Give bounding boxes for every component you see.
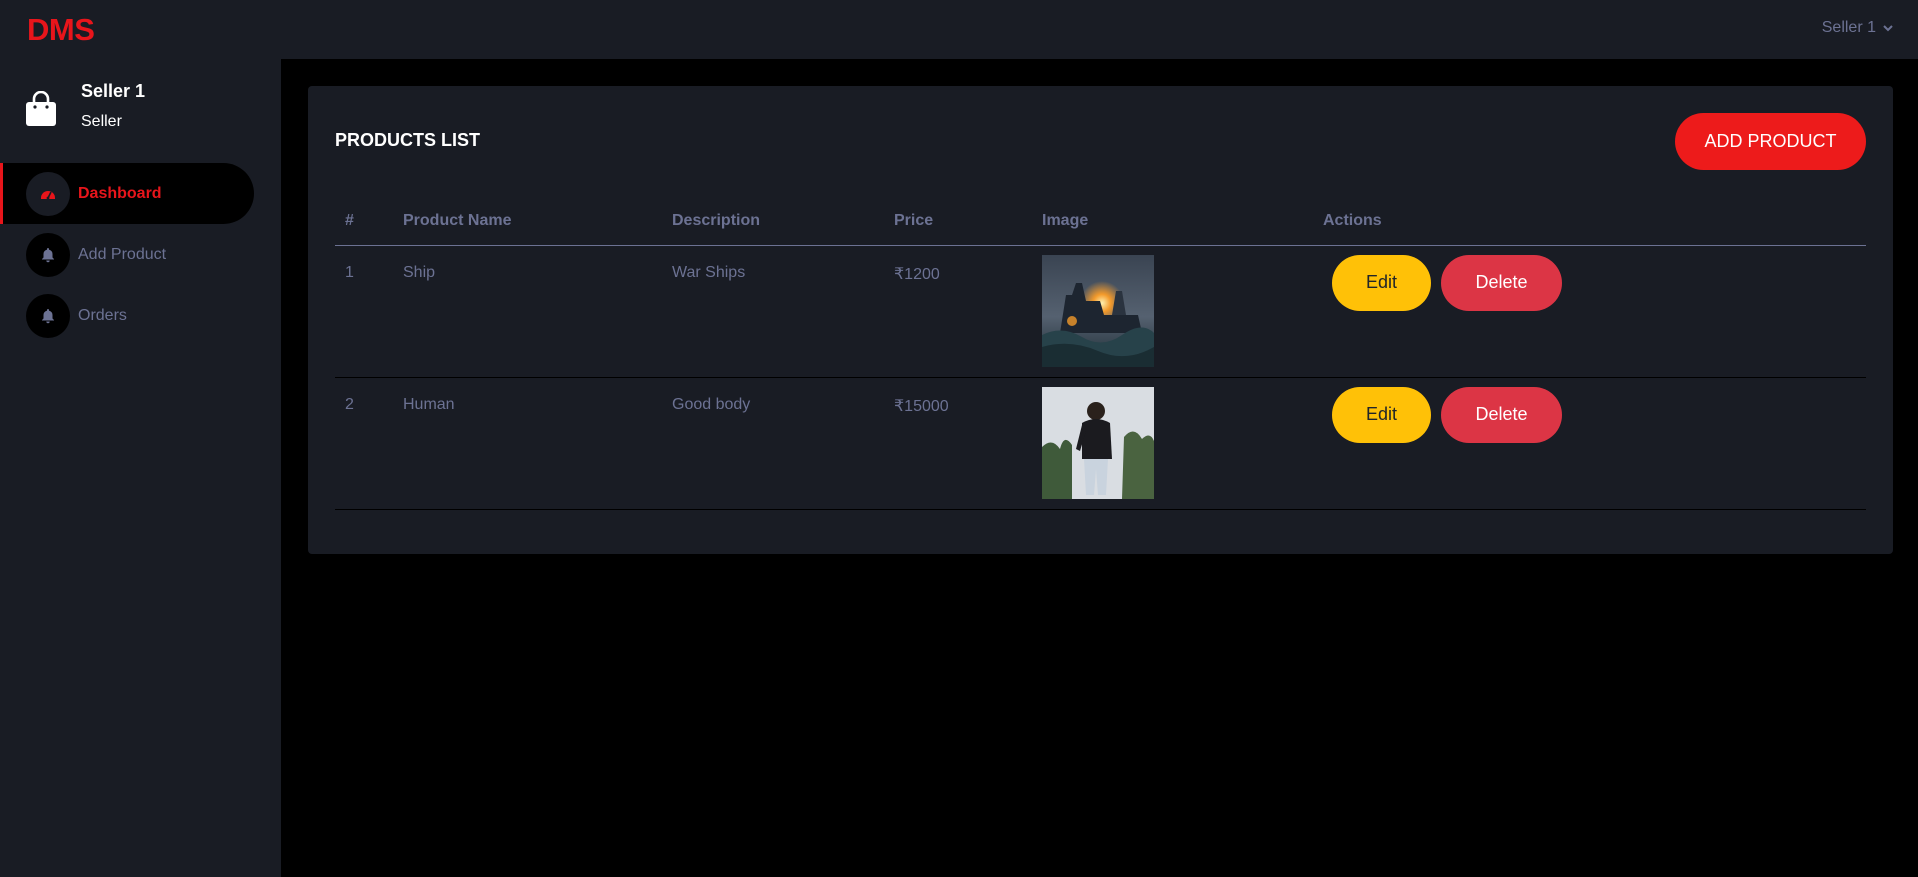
add-product-button[interactable]: ADD PRODUCT <box>1675 113 1866 170</box>
column-header-index: # <box>335 198 403 246</box>
column-header-actions: Actions <box>1323 198 1866 246</box>
page-title: PRODUCTS LIST <box>335 130 481 150</box>
column-header-name: Product Name <box>403 198 672 246</box>
row-product-name: Ship <box>403 245 672 378</box>
profile-name: Seller 1 <box>81 81 146 101</box>
top-navbar: DMS Seller 1 <box>0 0 1918 59</box>
sidebar-item-label: Dashboard <box>78 184 162 202</box>
speedometer-icon <box>41 190 55 199</box>
table-row: 1 Ship War Ships ₹1200 Edit Delete <box>335 245 1866 378</box>
column-header-price: Price <box>894 198 1042 246</box>
delete-button[interactable]: Delete <box>1441 386 1562 443</box>
row-index: 2 <box>335 377 403 510</box>
row-description: War Ships <box>672 245 894 378</box>
sidebar-item-add-product[interactable]: Add Product <box>0 224 281 285</box>
sidebar: Seller 1 Seller Dashboard Add Product Or… <box>0 59 281 877</box>
sidebar-item-label: Orders <box>78 306 127 324</box>
user-menu-label: Seller 1 <box>1821 19 1876 36</box>
row-price: ₹15000 <box>894 377 1042 510</box>
warship-image <box>1042 254 1154 367</box>
person-image <box>1042 386 1154 499</box>
column-header-description: Description <box>672 198 894 246</box>
row-actions: Edit Delete <box>1323 386 1866 443</box>
sidebar-nav: Dashboard Add Product Orders <box>0 163 281 346</box>
user-menu-dropdown[interactable]: Seller 1 <box>1822 19 1894 37</box>
profile-block: Seller 1 Seller <box>25 81 145 131</box>
shopping-bag-icon <box>26 91 56 126</box>
edit-button[interactable]: Edit <box>1332 386 1431 443</box>
edit-button[interactable]: Edit <box>1332 254 1431 311</box>
app-logo[interactable]: DMS <box>27 12 95 48</box>
sidebar-item-label: Add Product <box>78 245 167 263</box>
products-card: PRODUCTS LIST ADD PRODUCT # Product Name… <box>308 86 1893 554</box>
sidebar-item-orders[interactable]: Orders <box>0 285 281 346</box>
row-product-name: Human <box>403 377 672 510</box>
chevron-down-icon <box>1883 25 1893 32</box>
profile-role: Seller <box>81 113 122 130</box>
delete-button[interactable]: Delete <box>1441 254 1562 311</box>
products-table: # Product Name Description Price Image A… <box>335 198 1866 510</box>
row-price: ₹1200 <box>894 245 1042 378</box>
row-index: 1 <box>335 245 403 378</box>
column-header-image: Image <box>1042 198 1323 246</box>
table-row: 2 Human Good body ₹15000 Edit Delete <box>335 377 1866 510</box>
row-actions: Edit Delete <box>1323 254 1866 311</box>
bell-icon <box>42 308 54 323</box>
table-header-row: # Product Name Description Price Image A… <box>335 198 1866 246</box>
bell-icon <box>42 247 54 262</box>
row-description: Good body <box>672 377 894 510</box>
sidebar-item-dashboard[interactable]: Dashboard <box>0 163 254 224</box>
